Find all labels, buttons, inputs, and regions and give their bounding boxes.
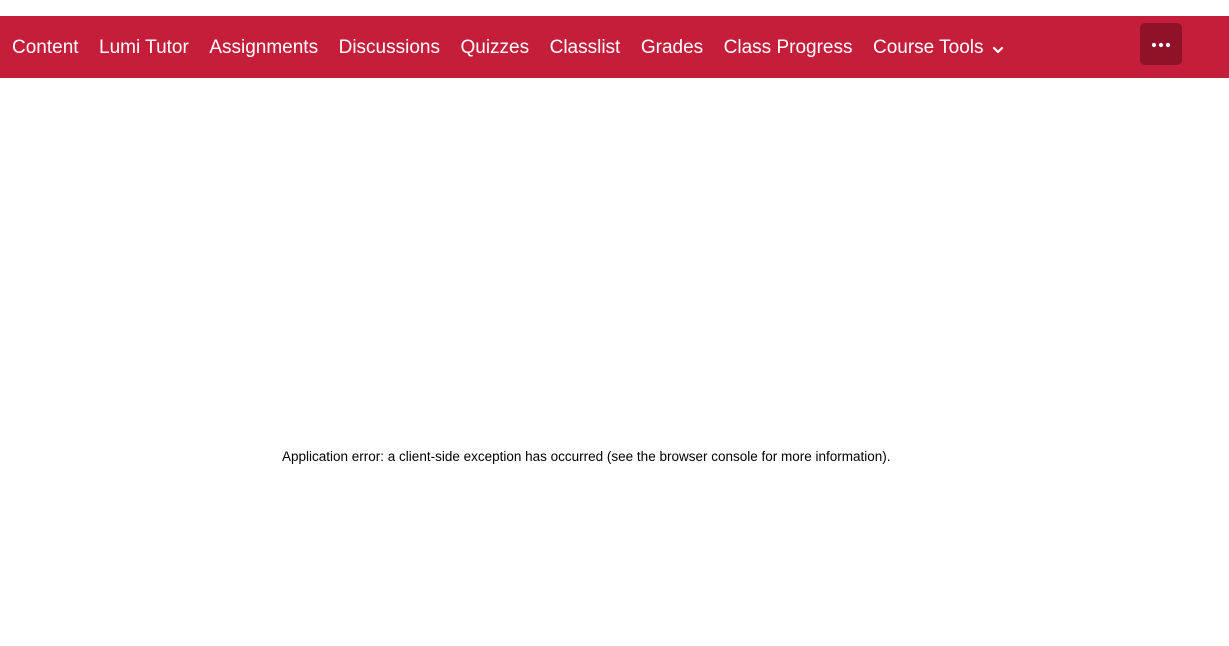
- chevron-down-icon: [992, 39, 1004, 58]
- more-horizontal-icon: [1151, 35, 1171, 53]
- more-button[interactable]: [1140, 23, 1182, 65]
- nav-item-quizzes[interactable]: Quizzes: [460, 38, 529, 57]
- nav-item-content[interactable]: Content: [12, 38, 79, 57]
- nav-item-discussions[interactable]: Discussions: [339, 38, 440, 57]
- application-error-message: Application error: a client-side excepti…: [282, 449, 891, 464]
- course-navbar: Content Lumi Tutor Assignments Discussio…: [0, 16, 1229, 78]
- nav-item-classlist[interactable]: Classlist: [550, 38, 621, 57]
- nav-item-grades[interactable]: Grades: [641, 38, 703, 57]
- top-strip: [0, 0, 1229, 16]
- nav-items: Content Lumi Tutor Assignments Discussio…: [12, 16, 1004, 78]
- nav-item-lumi-tutor[interactable]: Lumi Tutor: [99, 38, 189, 57]
- nav-item-course-tools-label: Course Tools: [872, 36, 984, 58]
- nav-item-assignments[interactable]: Assignments: [209, 38, 318, 57]
- nav-item-class-progress[interactable]: Class Progress: [724, 38, 853, 57]
- nav-item-course-tools[interactable]: Course Tools: [873, 37, 1004, 58]
